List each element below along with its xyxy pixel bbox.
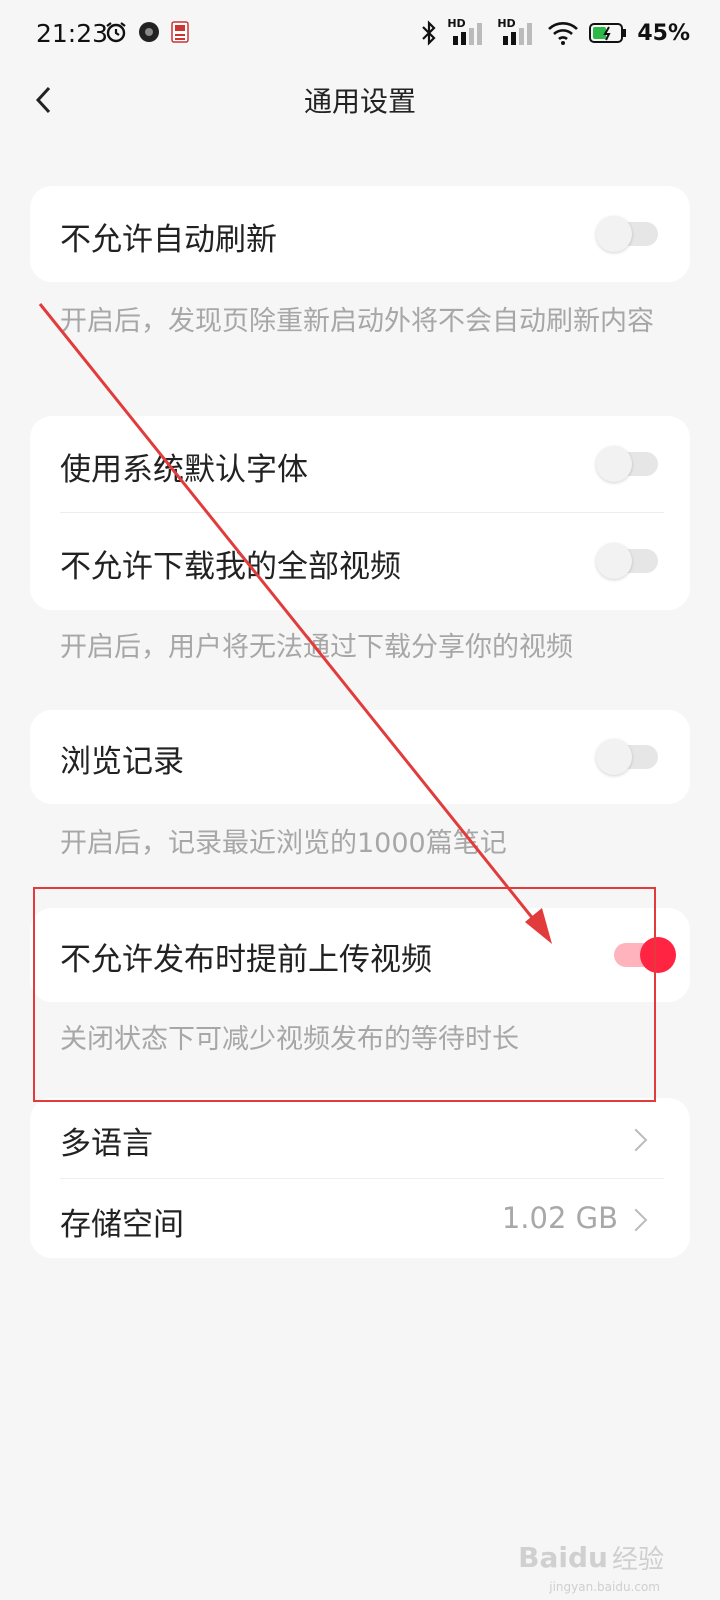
signal-icon bbox=[503, 23, 533, 45]
setting-row-system-font: 使用系统默认字体 bbox=[30, 416, 690, 512]
setting-row-auto-refresh: 不允许自动刷新 bbox=[30, 186, 690, 282]
setting-label: 不允许自动刷新 bbox=[60, 222, 277, 258]
setting-label: 使用系统默认字体 bbox=[60, 452, 308, 488]
app-badge-icon bbox=[171, 21, 189, 43]
toggle-knob bbox=[596, 216, 632, 252]
watermark-text: 经验 bbox=[611, 1545, 664, 1575]
setting-label: 不允许发布时提前上传视频 bbox=[60, 942, 432, 978]
download-videos-toggle[interactable] bbox=[596, 543, 658, 579]
toggle-knob bbox=[596, 446, 632, 482]
toggle-knob bbox=[596, 739, 632, 775]
setting-note: 关闭状态下可减少视频发布的等待时长 bbox=[60, 1024, 519, 1055]
settings-card-language-storage: 多语言 存储空间 1.02 GB bbox=[30, 1098, 690, 1258]
pre-upload-toggle[interactable] bbox=[614, 937, 676, 973]
toggle-knob bbox=[640, 937, 676, 973]
bluetooth-icon bbox=[422, 20, 436, 46]
signal-2: HD bbox=[497, 17, 537, 46]
signal-icon bbox=[453, 23, 483, 45]
watermark: Baidu 经验 bbox=[518, 1539, 664, 1576]
setting-row-download-videos: 不允许下载我的全部视频 bbox=[30, 513, 690, 609]
setting-note: 开启后，用户将无法通过下载分享你的视频 bbox=[60, 632, 573, 663]
setting-row-language[interactable]: 多语言 bbox=[30, 1098, 690, 1178]
setting-label: 不允许下载我的全部视频 bbox=[60, 549, 401, 585]
chevron-right-icon bbox=[624, 1208, 648, 1232]
status-left-icons bbox=[104, 20, 190, 44]
status-bar: 21:23 HD HD 45% bbox=[0, 0, 720, 70]
alarm-icon bbox=[106, 22, 126, 43]
toggle-knob bbox=[596, 543, 632, 579]
storage-value: 1.02 GB bbox=[501, 1201, 618, 1235]
nav-bar: 通用设置 bbox=[0, 70, 720, 130]
settings-card-browse-history: 浏览记录 bbox=[30, 710, 690, 804]
chevron-right-icon bbox=[624, 1128, 648, 1152]
status-right-icons: HD HD 45% bbox=[421, 17, 690, 46]
setting-label: 浏览记录 bbox=[60, 744, 184, 780]
battery-level: 45% bbox=[637, 20, 690, 46]
camera-icon bbox=[139, 22, 159, 42]
watermark-brand: Baidu bbox=[518, 1541, 608, 1574]
setting-row-pre-upload: 不允许发布时提前上传视频 bbox=[30, 908, 690, 1002]
browse-history-toggle[interactable] bbox=[596, 739, 658, 775]
wifi-icon bbox=[548, 22, 579, 45]
battery-icon bbox=[589, 23, 627, 43]
setting-row-storage[interactable]: 存储空间 1.02 GB bbox=[30, 1179, 690, 1258]
setting-row-browse-history: 浏览记录 bbox=[30, 710, 690, 804]
auto-refresh-toggle[interactable] bbox=[596, 216, 658, 252]
setting-note: 开启后，记录最近浏览的1000篇笔记 bbox=[60, 828, 507, 859]
settings-card-auto-refresh: 不允许自动刷新 bbox=[30, 186, 690, 282]
page-title: 通用设置 bbox=[303, 85, 416, 118]
settings-card-font-download: 使用系统默认字体 不允许下载我的全部视频 bbox=[30, 416, 690, 610]
status-time: 21:23 bbox=[36, 19, 109, 48]
system-font-toggle[interactable] bbox=[596, 446, 658, 482]
setting-note: 开启后，发现页除重新启动外将不会自动刷新内容 bbox=[60, 306, 654, 337]
watermark-domain: jingyan.baidu.com bbox=[549, 1580, 660, 1594]
settings-card-pre-upload: 不允许发布时提前上传视频 bbox=[30, 908, 690, 1002]
setting-label: 多语言 bbox=[60, 1126, 153, 1162]
signal-1: HD bbox=[447, 17, 487, 46]
setting-label: 存储空间 bbox=[60, 1207, 184, 1243]
